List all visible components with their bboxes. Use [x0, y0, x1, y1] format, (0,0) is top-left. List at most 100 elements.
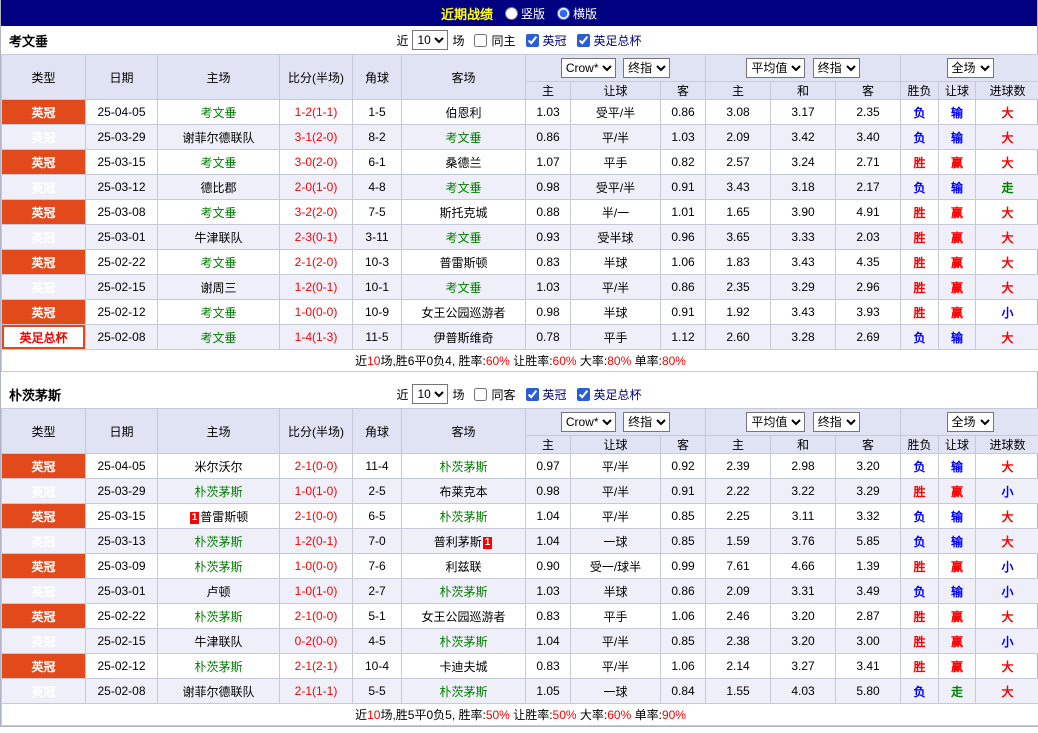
- away-team: 朴茨茅斯: [439, 584, 488, 599]
- euro-final-select[interactable]: 终指: [812, 412, 860, 432]
- match-date-cell: 25-02-15: [85, 274, 158, 300]
- away-team-cell: 卡迪夫城: [401, 653, 526, 679]
- away-team-cell: 朴茨茅斯: [401, 453, 526, 479]
- corner-cell: 4-8: [352, 174, 402, 200]
- euro-home-odds-cell: 1.65: [705, 199, 772, 225]
- summary-text-cell: 近10场,胜6平0负4, 胜率:60% 让胜率:60% 大率:80% 单率:80…: [0, 349, 1038, 372]
- euro-away-odds-cell: 4.35: [835, 249, 902, 275]
- col-date: 日期: [85, 54, 158, 100]
- match-date-cell: 25-02-15: [85, 628, 158, 654]
- match-row: 英冠 25-02-12 考文垂 1-0(0-0) 10-9 女王公园巡游者 0.98 半球 0.…: [1, 299, 1038, 325]
- away-team-cell: 考文垂: [401, 274, 526, 300]
- goals-cell: 大: [975, 124, 1038, 150]
- goals-cell: 小: [975, 553, 1038, 579]
- euro-odds-header: 平均值 终指: [705, 54, 902, 82]
- result-cell: 胜: [900, 478, 940, 504]
- same-venue-checkbox[interactable]: [474, 33, 488, 47]
- home-team: 卢顿: [206, 584, 231, 599]
- match-type-cell: 英冠: [1, 653, 86, 679]
- asian-away-odds-cell: 1.06: [659, 653, 707, 679]
- scope-select[interactable]: 全场: [946, 58, 994, 78]
- away-team-cell: 女王公园巡游者: [401, 299, 526, 325]
- handicap-result-cell: 赢: [938, 249, 977, 275]
- away-team-cell: 朴茨茅斯: [401, 503, 526, 529]
- score-cell: 1-0(1-0): [279, 478, 353, 504]
- euro-away-odds-cell: 5.85: [835, 528, 902, 554]
- euro-home-odds-cell: 3.65: [705, 224, 772, 250]
- match-type-cell: 英足总杯: [1, 324, 86, 350]
- asian-away-odds-cell: 0.86: [659, 99, 707, 125]
- euro-final-select[interactable]: 终指: [812, 58, 860, 78]
- score-cell: 2-0(1-0): [279, 174, 353, 200]
- horizontal-radio[interactable]: [557, 6, 570, 20]
- col-date: 日期: [85, 408, 158, 454]
- summary-row: 近10场,胜5平0负5, 胜率:50% 让胜率:50% 大率:60% 单率:90…: [0, 703, 1038, 726]
- summary-part: 60%: [607, 708, 632, 722]
- home-team-cell: 谢菲尔德联队: [157, 124, 280, 150]
- layout-horizontal-option[interactable]: 横版: [557, 5, 597, 22]
- handicap-result-cell: 输: [938, 528, 977, 554]
- layout-vertical-option[interactable]: 竖版: [504, 5, 545, 22]
- match-count-select[interactable]: 10: [412, 30, 449, 50]
- result-cell: 负: [900, 503, 940, 529]
- euro-avg-select[interactable]: 平均值: [746, 412, 806, 432]
- euro-draw-odds-cell: 3.27: [770, 653, 837, 679]
- asian-handicap-cell: 平手: [570, 149, 661, 175]
- home-team: 朴茨茅斯: [194, 659, 243, 674]
- corner-cell: 11-4: [352, 453, 402, 479]
- cup-filter-checkbox[interactable]: [576, 387, 590, 401]
- corner-cell: 2-5: [352, 478, 402, 504]
- handicap-result-cell: 输: [938, 503, 977, 529]
- league-filter-checkbox[interactable]: [525, 33, 539, 47]
- asian-source-select[interactable]: Crow*: [560, 58, 616, 78]
- match-date-cell: 25-02-22: [85, 603, 158, 629]
- match-date-cell: 25-03-15: [85, 503, 158, 529]
- euro-draw-odds-cell: 2.98: [770, 453, 837, 479]
- euro-home-odds-cell: 2.14: [705, 653, 772, 679]
- match-date-cell: 25-02-12: [85, 653, 158, 679]
- handicap-result-cell: 输: [938, 578, 977, 604]
- handicap-result-cell: 赢: [938, 478, 977, 504]
- goals-cell: 大: [975, 528, 1038, 554]
- match-row: 英冠 25-03-29 谢菲尔德联队 3-1(2-0) 8-2 考文垂 0.86 平/半 1.0…: [1, 124, 1038, 150]
- handicap-result-cell: 赢: [938, 603, 977, 629]
- goals-cell: 大: [975, 603, 1038, 629]
- euro-draw-odds-cell: 3.31: [770, 578, 837, 604]
- asian-home-odds-cell: 0.83: [525, 603, 571, 629]
- result-cell: 胜: [900, 149, 940, 175]
- asian-final-select[interactable]: 终指: [623, 412, 671, 432]
- league-filter-checkbox[interactable]: [525, 387, 539, 401]
- euro-draw-odds-cell: 3.28: [770, 324, 837, 350]
- league-filter-label: 英冠: [542, 387, 567, 402]
- asian-handicap-cell: 受一/球半: [570, 553, 661, 579]
- asian-final-select[interactable]: 终指: [623, 58, 671, 78]
- same-venue-checkbox[interactable]: [474, 387, 488, 401]
- result-cell: 负: [900, 124, 940, 150]
- euro-home-odds-cell: 3.08: [705, 99, 772, 125]
- match-row: 英冠 25-03-01 牛津联队 2-3(0-1) 3-11 考文垂 0.93 受半球 0.96…: [1, 224, 1038, 250]
- euro-draw-odds-cell: 3.11: [770, 503, 837, 529]
- asian-away-odds-cell: 0.86: [659, 578, 707, 604]
- match-count-select[interactable]: 10: [412, 384, 449, 404]
- away-team: 桑德兰: [445, 155, 482, 170]
- col-type: 类型: [1, 54, 86, 100]
- match-row: 英冠 25-03-29 朴茨茅斯 1-0(1-0) 2-5 布莱克本 0.98 平/半 0.91…: [1, 478, 1038, 504]
- home-team-cell: 牛津联队: [157, 224, 280, 250]
- euro-away-odds-cell: 3.20: [835, 453, 902, 479]
- match-row: 英冠 25-02-15 牛津联队 0-2(0-0) 4-5 朴茨茅斯 1.04 平/半 0.85…: [1, 628, 1038, 654]
- asian-handicap-cell: 平/半: [570, 124, 661, 150]
- home-team: 考文垂: [200, 255, 237, 270]
- euro-draw-odds-cell: 3.22: [770, 478, 837, 504]
- euro-away-odds-cell: 5.80: [835, 678, 902, 704]
- vertical-radio[interactable]: [504, 6, 518, 20]
- asian-source-select[interactable]: Crow*: [560, 412, 616, 432]
- handicap-result-cell: 走: [938, 678, 977, 704]
- scope-select[interactable]: 全场: [946, 412, 994, 432]
- page-title: 近期战绩: [440, 6, 493, 22]
- euro-avg-select[interactable]: 平均值: [746, 58, 806, 78]
- home-team-cell: 考文垂: [157, 199, 280, 225]
- league-filter-label: 英冠: [542, 33, 567, 48]
- col-home: 主场: [157, 54, 280, 100]
- match-type-cell: 英冠: [1, 299, 86, 325]
- cup-filter-checkbox[interactable]: [576, 33, 590, 47]
